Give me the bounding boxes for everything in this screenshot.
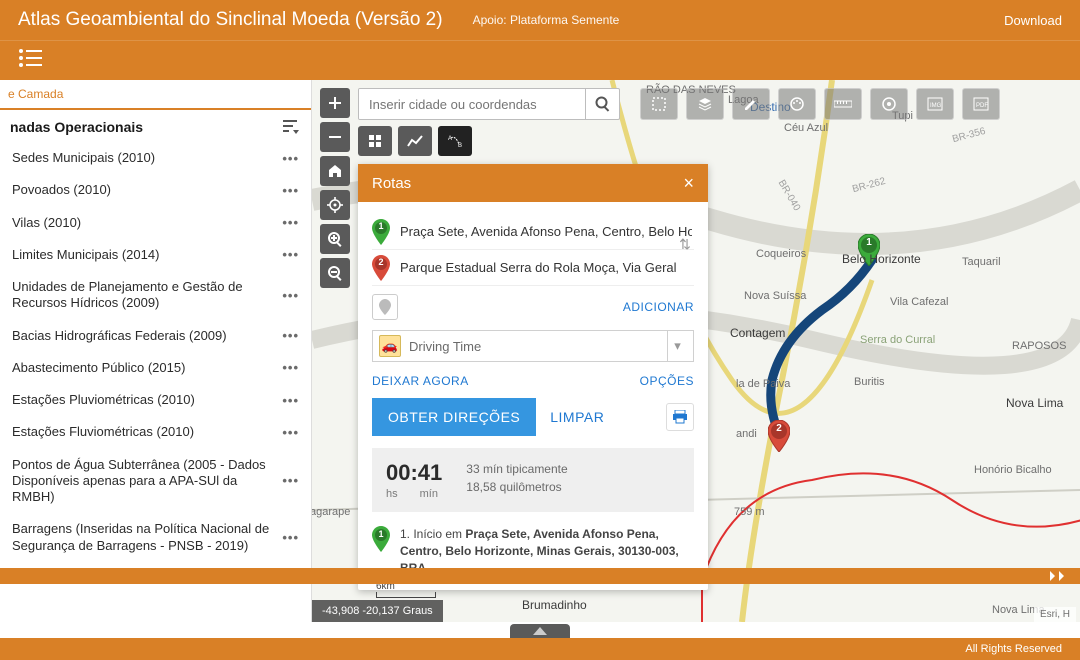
pin-icon: 2 — [372, 255, 390, 281]
layer-item[interactable]: Bacias Hidrográficas Federais (2009)••• — [0, 320, 311, 352]
get-directions-button[interactable]: OBTER DIREÇÕES — [372, 398, 536, 436]
more-icon[interactable]: ••• — [282, 151, 299, 166]
typical-time: 33 mín tipicamente — [466, 460, 567, 478]
stop-input[interactable] — [398, 218, 694, 245]
directions-panel: Rotas × 1 2 ⇅ ADICIONAR 🚗 — [358, 164, 708, 590]
sidebar-tab[interactable]: e Camada — [0, 80, 311, 110]
menu-bar — [0, 40, 1080, 80]
grid-view-button[interactable] — [358, 126, 392, 156]
add-stop-link[interactable]: ADICIONAR — [623, 300, 694, 314]
app-title: Atlas Geoambiental do Sinclinal Moeda (V… — [18, 9, 443, 31]
svg-text:B: B — [458, 143, 462, 148]
route-stop: 1 — [372, 214, 694, 250]
export-img-tool[interactable]: IMG — [916, 88, 954, 120]
pin-icon: 1 — [372, 526, 390, 552]
route-distance: 18,58 quilômetros — [466, 478, 567, 496]
layers-tool[interactable] — [686, 88, 724, 120]
layer-item[interactable]: Estações Pluviométricas (2010)••• — [0, 384, 311, 416]
map-canvas[interactable]: 1 2 Lagoa Céu Azul Tupi Coqueiros Belo H… — [312, 80, 1080, 622]
layer-item[interactable]: Pontos de Água Subterrânea (2005 - Dados… — [0, 449, 311, 514]
travel-mode-select[interactable]: 🚗 Driving Time ▾ — [372, 330, 694, 362]
map-toolbar: IMG PDF — [640, 88, 1000, 120]
map-pin-end[interactable]: 2 — [768, 420, 790, 452]
home-button[interactable] — [320, 156, 350, 186]
app-header: Atlas Geoambiental do Sinclinal Moeda (V… — [0, 0, 1080, 40]
zoom-in-button[interactable] — [320, 88, 350, 118]
panel-title: Rotas — [372, 175, 411, 192]
leave-now-link[interactable]: DEIXAR AGORA — [372, 374, 469, 388]
locate-button[interactable] — [320, 190, 350, 220]
add-stop-square[interactable] — [372, 294, 398, 320]
more-icon[interactable]: ••• — [282, 393, 299, 408]
svg-text:IMG: IMG — [930, 103, 942, 109]
map-attribution: Esri, H — [1034, 607, 1076, 622]
coordinates-readout: -43,908 -20,137 Graus — [312, 600, 443, 622]
stop-input[interactable] — [398, 254, 694, 281]
target-tool[interactable] — [870, 88, 908, 120]
close-icon[interactable]: × — [683, 173, 694, 194]
zoom-out-button[interactable] — [320, 122, 350, 152]
chevron-down-icon[interactable]: ▾ — [667, 331, 687, 361]
layer-item[interactable]: Povoados (2010)••• — [0, 174, 311, 206]
view-mode-row: AB — [358, 126, 472, 156]
layer-item[interactable]: Limites Municipais (2014)••• — [0, 239, 311, 271]
svg-text:PDF: PDF — [976, 103, 988, 109]
print-button[interactable] — [666, 403, 694, 431]
sort-icon[interactable] — [281, 118, 301, 136]
app-subtitle: Apoio: Plataforma Semente — [473, 13, 620, 27]
palette-tool[interactable] — [778, 88, 816, 120]
select-tool[interactable] — [640, 88, 678, 120]
layer-item[interactable]: Abastecimento Público (2015)••• — [0, 352, 311, 384]
more-icon[interactable]: ••• — [282, 473, 299, 488]
pin-icon: 1 — [372, 219, 390, 245]
footer: All Rights Reserved — [0, 638, 1080, 660]
chart-view-button[interactable] — [398, 126, 432, 156]
layer-item[interactable]: Sedes Municipais (2010)••• — [0, 142, 311, 174]
map-controls — [320, 88, 350, 288]
section-title: nadas Operacionais — [10, 119, 143, 135]
zoom-out-rect-button[interactable] — [320, 258, 350, 288]
search-box — [358, 88, 620, 120]
svg-text:A: A — [448, 136, 452, 142]
draw-tool[interactable] — [732, 88, 770, 120]
search-input[interactable] — [359, 89, 585, 119]
sidebar-collapse-bar[interactable] — [0, 568, 1080, 584]
export-pdf-tool[interactable]: PDF — [962, 88, 1000, 120]
route-summary: 00:41 hsmín 33 mín tipicamente 18,58 qui… — [372, 448, 694, 512]
clear-link[interactable]: LIMPAR — [550, 409, 604, 425]
more-icon[interactable]: ••• — [282, 328, 299, 343]
more-icon[interactable]: ••• — [282, 288, 299, 303]
layer-sidebar: e Camada nadas Operacionais Sedes Munici… — [0, 80, 312, 622]
layer-item[interactable]: Barragens (Inseridas na Política Naciona… — [0, 513, 311, 562]
route-time: 00:41 — [386, 460, 442, 486]
more-icon[interactable]: ••• — [282, 215, 299, 230]
search-button[interactable] — [585, 89, 619, 119]
measure-tool[interactable] — [824, 88, 862, 120]
more-icon[interactable]: ••• — [282, 183, 299, 198]
layer-list: Sedes Municipais (2010)••• Povoados (201… — [0, 142, 311, 622]
swap-icon[interactable]: ⇅ — [676, 236, 694, 253]
zoom-in-rect-button[interactable] — [320, 224, 350, 254]
more-icon[interactable]: ••• — [282, 360, 299, 375]
download-link[interactable]: Download — [1004, 13, 1062, 28]
more-icon[interactable]: ••• — [282, 425, 299, 440]
toc-icon[interactable] — [18, 48, 44, 73]
more-icon[interactable]: ••• — [282, 247, 299, 262]
layer-item[interactable]: Unidades de Planejamento e Gestão de Rec… — [0, 271, 311, 320]
bottom-drawer-handle[interactable] — [510, 624, 570, 638]
route-view-button[interactable]: AB — [438, 126, 472, 156]
more-icon[interactable]: ••• — [282, 530, 299, 545]
car-icon: 🚗 — [379, 335, 401, 357]
layer-item[interactable]: Vilas (2010)••• — [0, 207, 311, 239]
route-stop: 2 ⇅ — [372, 250, 694, 286]
layer-item[interactable]: Estações Fluviométricas (2010)••• — [0, 416, 311, 448]
options-link[interactable]: OPÇÕES — [640, 374, 694, 388]
